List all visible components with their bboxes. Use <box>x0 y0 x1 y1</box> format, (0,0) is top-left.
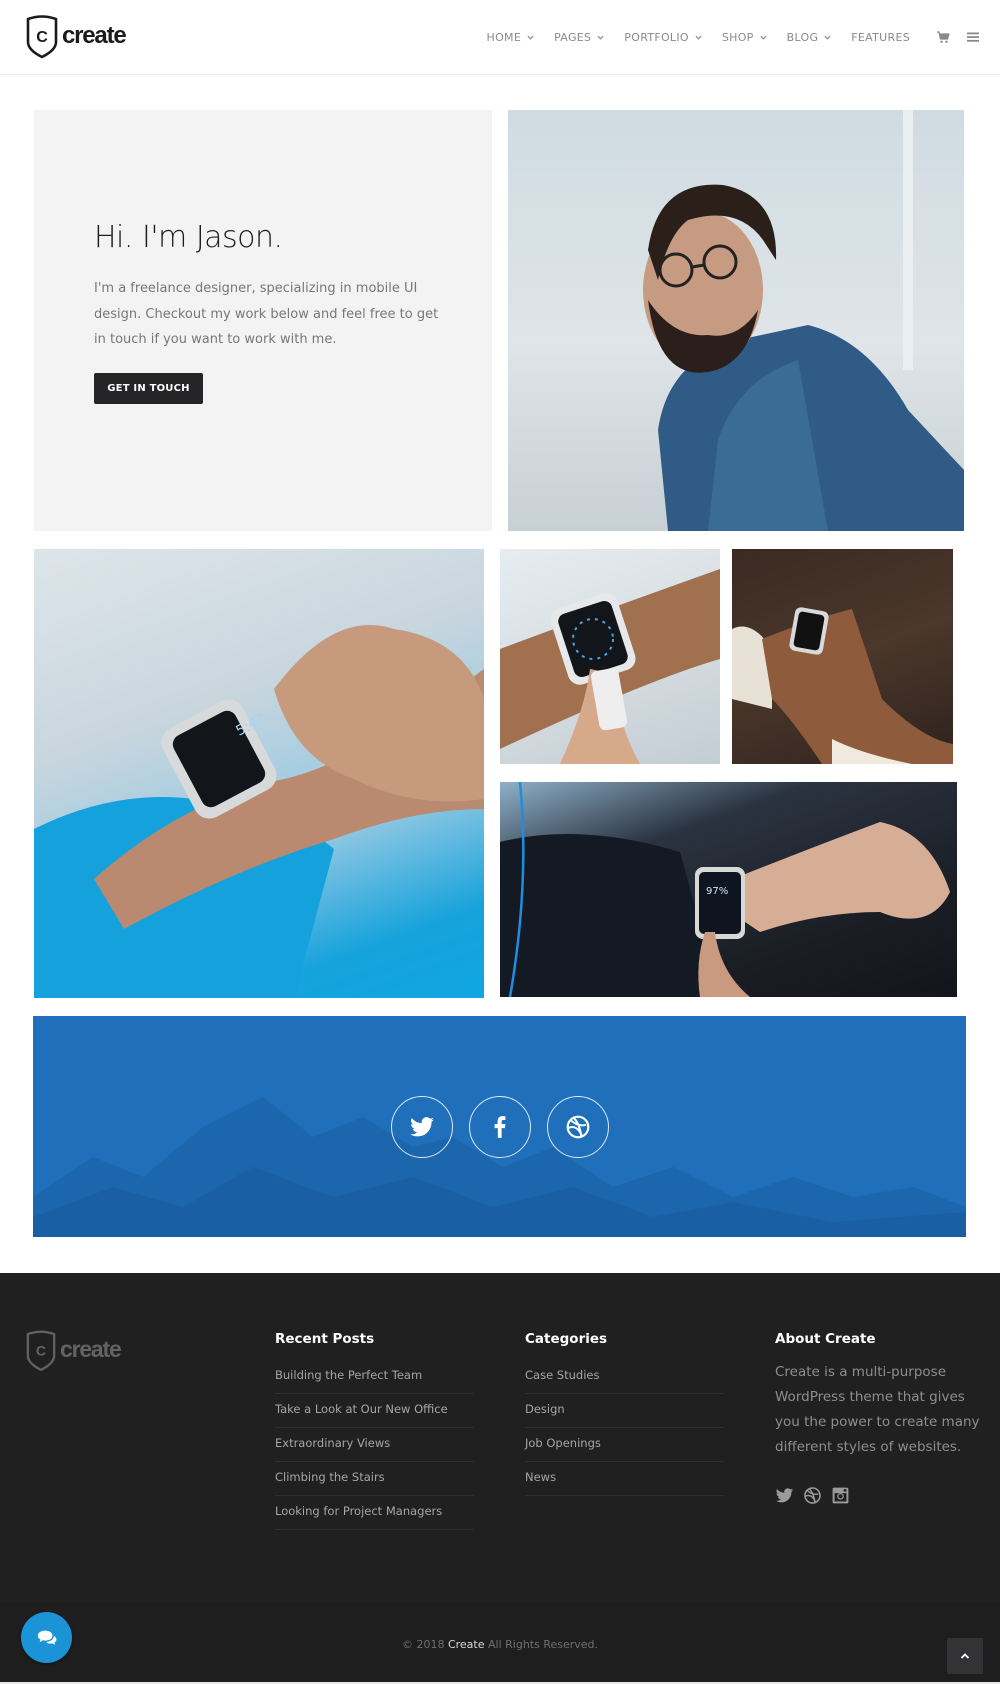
nav-pages-label: PAGES <box>554 30 592 44</box>
dribbble-icon <box>566 1115 590 1139</box>
cart-icon[interactable] <box>936 30 950 44</box>
watch-photo-car[interactable]: 97% <box>500 782 957 997</box>
shield-logo-icon: C <box>26 1330 56 1371</box>
facebook-link[interactable] <box>469 1096 531 1158</box>
menu-icon[interactable] <box>966 30 980 44</box>
category-link[interactable]: Design <box>525 1394 724 1428</box>
nav-portfolio[interactable]: PORTFOLIO <box>624 31 702 44</box>
recent-posts-heading: Recent Posts <box>275 1331 375 1347</box>
recent-post-link[interactable]: Looking for Project Managers <box>275 1496 474 1530</box>
nav-home[interactable]: HOME <box>487 31 535 44</box>
twitter-icon[interactable] <box>775 1486 794 1505</box>
recent-post-link[interactable]: Extraordinary Views <box>275 1428 474 1462</box>
category-link[interactable]: Case Studies <box>525 1360 724 1394</box>
chevron-down-icon <box>695 35 702 40</box>
about-description: Create is a multi-purpose WordPress them… <box>775 1364 980 1455</box>
twitter-link[interactable] <box>391 1096 453 1158</box>
copyright-text: © 2018 Create All Rights Reserved. <box>0 1638 1000 1651</box>
footer-logo-letter: C <box>36 1343 46 1359</box>
copyright-suffix: All Rights Reserved. <box>488 1638 599 1651</box>
recent-post-link[interactable]: Take a Look at Our New Office <box>275 1394 474 1428</box>
categories-list: Case Studies Design Job Openings News <box>525 1360 724 1496</box>
watch-photo-blue[interactable]: 5:42 <box>34 549 484 998</box>
nav-portfolio-label: PORTFOLIO <box>624 30 689 44</box>
chevron-down-icon <box>760 35 767 40</box>
instagram-icon[interactable] <box>831 1486 850 1505</box>
nav-blog[interactable]: BLOG <box>787 31 832 44</box>
chat-button[interactable] <box>21 1612 72 1663</box>
recent-post-link[interactable]: Climbing the Stairs <box>275 1462 474 1496</box>
watch-photo-white[interactable] <box>500 549 720 764</box>
chevron-down-icon <box>824 35 831 40</box>
portrait-image <box>643 110 964 531</box>
chat-bubbles-icon <box>37 1630 56 1645</box>
nav-home-label: HOME <box>486 30 522 44</box>
svg-text:97%: 97% <box>706 886 728 897</box>
categories-heading: Categories <box>525 1331 608 1347</box>
dribbble-link[interactable] <box>547 1096 609 1158</box>
watch-car-image: 97% <box>500 782 950 997</box>
recent-posts-list: Building the Perfect Team Take a Look at… <box>275 1360 474 1530</box>
about-heading: About Create <box>775 1331 876 1347</box>
nav-pages[interactable]: PAGES <box>554 31 604 44</box>
hero-description: I'm a freelance designer, specializing i… <box>94 281 439 347</box>
back-to-top-button[interactable] <box>947 1638 983 1674</box>
nav-blog-label: BLOG <box>786 30 819 44</box>
footer-logo[interactable]: C create <box>25 1330 122 1372</box>
category-link[interactable]: Job Openings <box>525 1428 724 1462</box>
nav-shop-label: SHOP <box>721 30 754 44</box>
facebook-icon <box>494 1116 506 1138</box>
nav-features-label: FEATURES <box>851 30 910 44</box>
copyright-brand-link[interactable]: Create <box>448 1638 485 1651</box>
chevron-down-icon <box>527 35 534 40</box>
nav-shop[interactable]: SHOP <box>722 31 767 44</box>
footer-social-links <box>775 1486 859 1505</box>
watch-blue-image: 5:42 <box>34 625 484 998</box>
watch-white-image <box>500 569 720 764</box>
chevron-up-icon <box>960 1653 970 1659</box>
twitter-icon <box>410 1117 434 1137</box>
recent-post-link[interactable]: Building the Perfect Team <box>275 1360 474 1394</box>
category-link[interactable]: News <box>525 1462 724 1496</box>
footer-logo-wordmark: create <box>60 1336 122 1362</box>
dribbble-icon[interactable] <box>803 1486 822 1505</box>
nav-features[interactable]: FEATURES <box>851 31 910 44</box>
copyright-prefix: © 2018 <box>401 1638 445 1651</box>
chevron-down-icon <box>597 35 604 40</box>
shield-logo-icon: C <box>26 15 58 59</box>
site-header: C create HOME PAGES PORTFOLIO SHOP BLOG … <box>0 0 1000 75</box>
portrait-photo[interactable] <box>508 110 964 531</box>
hero-title: Hi. I'm Jason. <box>94 220 283 255</box>
hero-panel: Hi. I'm Jason. I'm a freelance designer,… <box>34 110 492 531</box>
watch-wood-image <box>732 607 953 764</box>
logo-letter: C <box>36 29 48 46</box>
main-nav: HOME PAGES PORTFOLIO SHOP BLOG FEATURES <box>487 26 981 48</box>
watch-photo-wood[interactable] <box>732 549 953 764</box>
get-in-touch-button[interactable]: GET IN TOUCH <box>94 373 203 404</box>
logo-wordmark: create <box>62 21 127 49</box>
social-links <box>0 1096 1000 1158</box>
site-logo[interactable]: C create <box>25 15 127 59</box>
